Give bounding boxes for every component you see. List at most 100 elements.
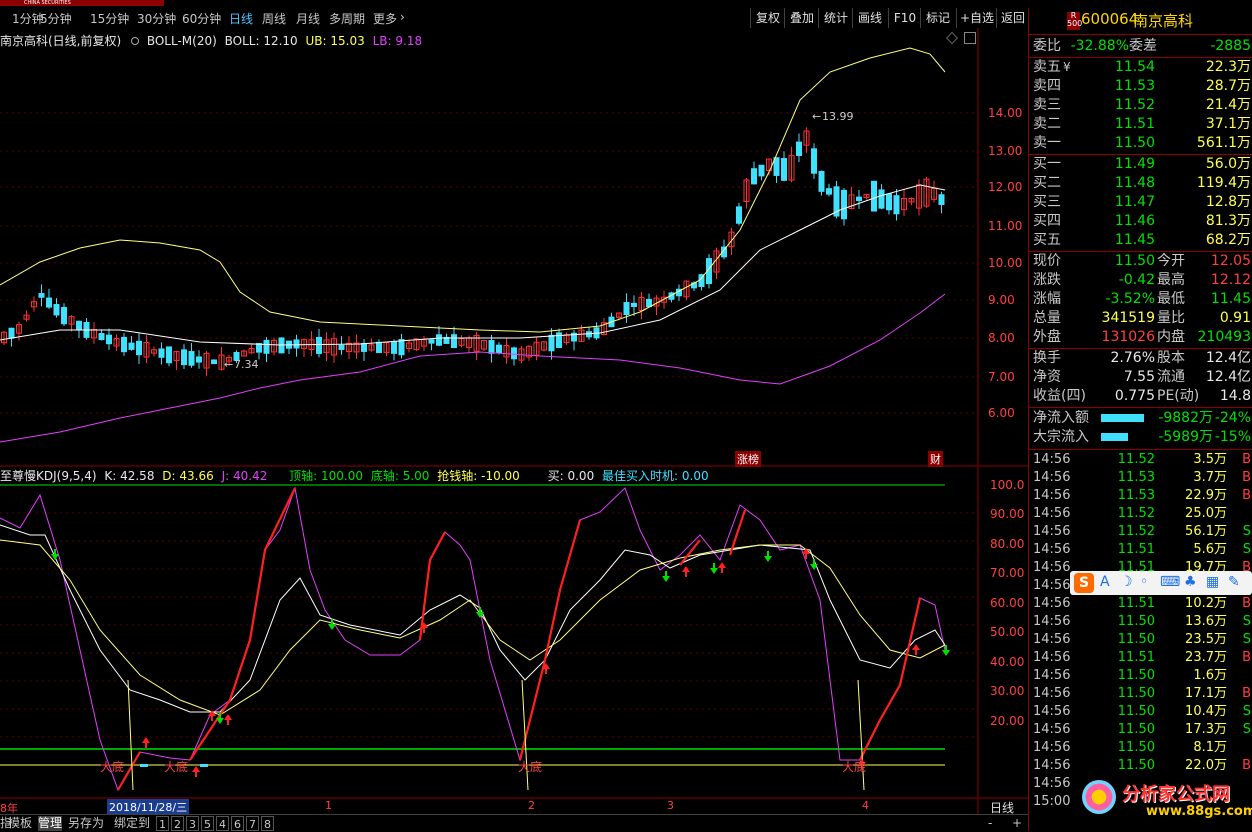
buy-price[interactable]: 11.47 [1115, 193, 1155, 212]
tick-price: 11.50 [1117, 686, 1155, 701]
buy-price[interactable]: 11.49 [1115, 155, 1155, 174]
chevron-right-icon[interactable]: › [400, 10, 405, 24]
candle-body [338, 344, 345, 350]
number-tab-3[interactable]: 5 [201, 816, 214, 831]
tick-side: B [1242, 650, 1251, 665]
zhangbang-marker[interactable]: 涨榜 [735, 451, 761, 467]
chevron-icon[interactable] [131, 37, 140, 45]
candle-body [428, 339, 435, 344]
number-tab-7[interactable]: 8 [261, 816, 274, 831]
finance-marker[interactable]: 财 [928, 451, 943, 467]
stat-label: 量比 [1157, 310, 1185, 326]
toolbar-button-4[interactable]: F10 [888, 8, 921, 28]
sell-row: 卖五 ¥11.54 22.3万 [1033, 58, 1251, 77]
ime-toolbar[interactable]: S A ☽ ◦ ⌨ ♣ ▦ ✎ [1070, 571, 1252, 595]
toolbar-button-3[interactable]: 画线 [852, 8, 887, 28]
quote-panel: R 500 600064 南京高科 委比 -32.88% 委差 -2885 卖五 ¥… [1028, 8, 1252, 831]
number-tab-2[interactable]: 3 [186, 816, 199, 831]
minus-button[interactable]: - [988, 816, 992, 831]
sell-price[interactable]: 11.50 [1115, 134, 1155, 153]
number-tab-6[interactable]: 7 [246, 816, 259, 831]
period-tab-8[interactable]: 多周期 [329, 10, 365, 27]
buy-price[interactable]: 11.48 [1115, 174, 1155, 193]
bottom-tab-3[interactable]: 绑定到 [114, 816, 150, 831]
bottom-tabs-bar: 指 模板 管理 另存为 绑定到 12354678 - + [0, 814, 1028, 832]
period-tab-3[interactable]: 30分钟 [137, 10, 176, 27]
tick-price: 11.50 [1117, 722, 1155, 737]
stat-label: 总量 [1033, 310, 1061, 326]
bottom-tab-1[interactable]: 管理 [38, 816, 63, 831]
letter-a-icon[interactable]: A [1100, 574, 1110, 590]
number-tab-5[interactable]: 6 [231, 816, 244, 831]
candle-body [841, 189, 847, 220]
skin-icon[interactable]: ♣ [1184, 574, 1197, 590]
bottom-tab-0[interactable]: 模板 [8, 816, 32, 831]
high-note: 13.99 [822, 110, 854, 123]
grid-icon[interactable]: ▦ [1206, 574, 1219, 590]
toolbar-button-1[interactable]: 叠加 [784, 8, 819, 28]
stat-label: PE(动) [1157, 388, 1200, 404]
candle-body [293, 339, 300, 349]
tick-side: B [1242, 758, 1251, 773]
number-tab-1[interactable]: 2 [171, 816, 184, 831]
sell-price[interactable]: 11.52 [1115, 96, 1155, 115]
period-tab-6[interactable]: 周线 [262, 10, 286, 27]
sell-price[interactable]: 11.51 [1115, 115, 1155, 134]
buy-row: 买四 11.46 81.3万 [1033, 212, 1251, 231]
big-bottom-label: 大底 [164, 760, 189, 774]
tick-volume: 8.1万 [1193, 740, 1227, 755]
sogou-icon[interactable]: S [1074, 573, 1094, 593]
tick-time: 14:56 [1033, 488, 1071, 503]
tick-side: S [1242, 722, 1251, 737]
tick-price: 11.50 [1117, 740, 1155, 755]
toolbar-button-5[interactable]: 标记 [920, 8, 955, 28]
sell-label: 卖一 [1033, 135, 1061, 151]
sell-price[interactable]: 11.54 [1115, 58, 1155, 77]
weibi-row: 委比 -32.88% 委差 -2885 [1033, 37, 1251, 56]
buy-price[interactable]: 11.45 [1115, 231, 1155, 250]
candle-body [166, 346, 172, 364]
number-tab-0[interactable]: 1 [156, 816, 169, 831]
sell-row: 卖二 11.51 37.1万 [1033, 115, 1251, 134]
wrench-icon[interactable]: ✎ [1228, 574, 1240, 590]
period-tab-7[interactable]: 月线 [296, 10, 320, 27]
sell-price[interactable]: 11.53 [1115, 77, 1155, 96]
moon-icon[interactable]: ☽ [1120, 574, 1133, 590]
tick-volume: 3.7万 [1193, 470, 1227, 485]
tick-price: 11.52 [1117, 452, 1155, 467]
price-tick: 12.00 [988, 180, 1023, 194]
buy-row: 买一 11.49 56.0万 [1033, 155, 1251, 174]
toolbar-button-0[interactable]: 复权 [750, 8, 785, 28]
keyboard-icon[interactable]: ⌨ [1160, 574, 1180, 590]
period-tab-5[interactable]: 日线 [229, 10, 253, 27]
dot-icon[interactable]: ◦ [1140, 574, 1148, 590]
kline-chart[interactable] [0, 28, 1028, 814]
tick-price: 11.53 [1117, 470, 1155, 485]
stat-value: 12.05 [1210, 253, 1251, 269]
bottom-tab-2[interactable]: 另存为 [68, 816, 104, 831]
tick-time: 14:56 [1033, 632, 1071, 647]
toolbar-button-7[interactable]: 返回 [996, 8, 1029, 28]
period-tab-0[interactable]: 1分钟 [12, 10, 44, 27]
stat2-row: 换手 2.76% 股本 12.4亿 [1033, 349, 1251, 368]
period-tab-2[interactable]: 15分钟 [90, 10, 129, 27]
candle-body [263, 339, 270, 354]
toolbar-button-2[interactable]: 统计 [818, 8, 853, 28]
period-tab-9[interactable]: 更多 [373, 10, 397, 27]
plus-button[interactable]: + [1012, 816, 1022, 831]
ub-value: UB: 15.03 [305, 34, 365, 48]
candle-body [736, 206, 742, 224]
kdj-title: 至尊慢KDJ(9,5,4) [0, 469, 97, 483]
candle-body [856, 196, 862, 202]
toolbar-button-6[interactable]: +自选 [956, 8, 997, 28]
tick-side: B [1242, 452, 1251, 467]
price-tick: 6.00 [988, 406, 1015, 420]
tick-row: 14:56 11.50 8.1万 [1033, 739, 1251, 757]
period-tab-4[interactable]: 60分钟 [182, 10, 221, 27]
flow-value: -9882万 [1158, 410, 1213, 426]
buy-price[interactable]: 11.46 [1115, 212, 1155, 231]
number-tab-4[interactable]: 4 [216, 816, 229, 831]
period-tab-1[interactable]: 5分钟 [40, 10, 72, 27]
window-icon[interactable] [964, 32, 976, 44]
stat-value: 12.4亿 [1205, 350, 1251, 366]
